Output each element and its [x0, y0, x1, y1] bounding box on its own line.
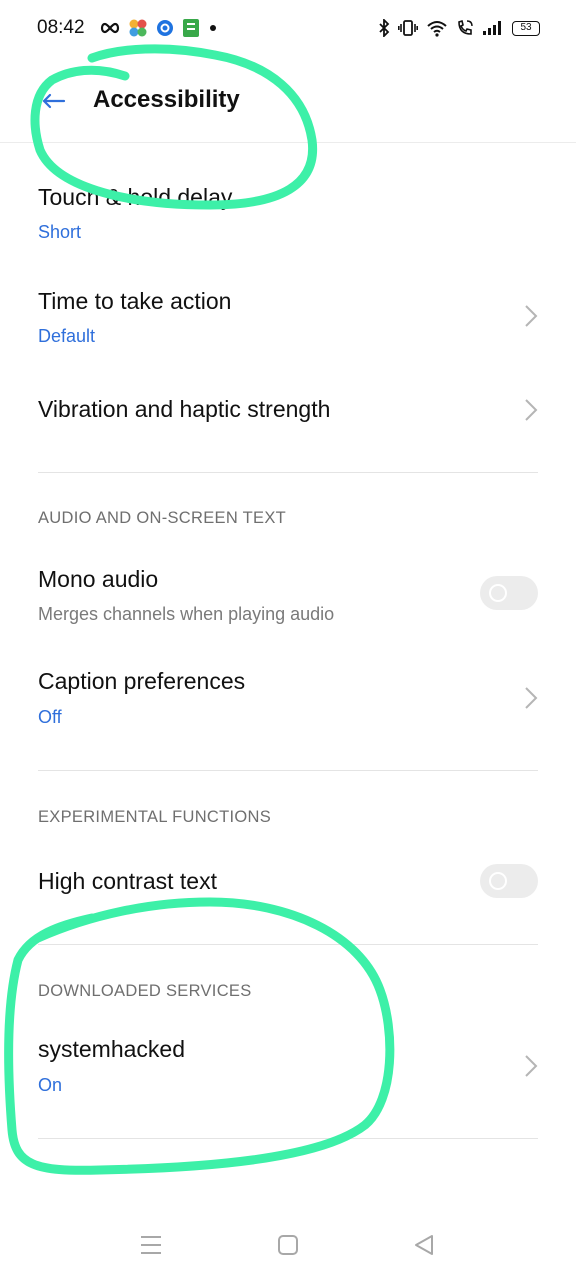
status-icons-right: 53	[378, 16, 540, 40]
caption-preferences-item[interactable]: Caption preferences Off	[0, 654, 576, 744]
app-header	[0, 60, 576, 143]
vibrate-icon	[398, 20, 418, 36]
blue-circle-app-icon	[157, 20, 173, 36]
menu-nav-icon[interactable]	[140, 1235, 162, 1255]
item-title: systemhacked	[38, 1036, 186, 1062]
chevron-right-icon	[525, 399, 538, 421]
home-nav-icon[interactable]	[277, 1234, 299, 1256]
time-to-take-action-item[interactable]: Time to take action Default	[0, 272, 576, 362]
item-title: Caption preferences	[38, 668, 246, 694]
item-subtitle: Off	[38, 707, 62, 727]
divider	[38, 944, 538, 945]
divider	[38, 1138, 538, 1139]
infinity-icon	[100, 22, 120, 34]
battery-icon: 53	[512, 20, 540, 36]
system-navigation-bar	[0, 1210, 576, 1280]
status-time: 08:42	[37, 17, 85, 38]
systemhacked-service-item[interactable]: systemhacked On	[0, 1022, 576, 1112]
item-title: Time to take action	[38, 288, 232, 314]
back-arrow-icon[interactable]	[38, 86, 68, 116]
item-subtitle: Short	[38, 222, 82, 242]
signal-icon	[483, 21, 501, 35]
chevron-right-icon	[525, 305, 538, 327]
back-nav-icon[interactable]	[413, 1234, 435, 1256]
section-header-audio: AUDIO AND ON-SCREEN TEXT	[38, 509, 287, 527]
page-title: Accessibility	[93, 86, 240, 113]
wifi-calling-icon	[458, 19, 473, 35]
divider	[38, 770, 538, 771]
item-title: Vibration and haptic strength	[38, 396, 331, 422]
status-icons-left	[100, 16, 218, 40]
item-subtitle: On	[38, 1075, 63, 1095]
vibration-haptic-item[interactable]: Vibration and haptic strength	[0, 380, 576, 450]
item-subtitle: Merges channels when playing audio	[38, 604, 335, 624]
section-header-experimental: EXPERIMENTAL FUNCTIONS	[38, 808, 272, 826]
chevron-right-icon	[525, 1055, 538, 1077]
high-contrast-text-item[interactable]: High contrast text	[0, 852, 576, 922]
touch-hold-delay-item[interactable]: Touch & hold delay Short	[0, 170, 576, 260]
chevron-right-icon	[525, 687, 538, 709]
item-subtitle: Default	[38, 326, 96, 346]
bluetooth-icon	[379, 19, 390, 37]
section-header-downloaded: DOWNLOADED SERVICES	[38, 982, 252, 1000]
divider	[38, 472, 538, 473]
high-contrast-toggle[interactable]	[480, 864, 538, 898]
wifi-icon	[427, 21, 447, 37]
mono-audio-item[interactable]: Mono audio Merges channels when playing …	[0, 552, 576, 642]
green-app-icon	[183, 19, 199, 37]
mono-audio-toggle[interactable]	[480, 576, 538, 610]
item-title: Mono audio	[38, 566, 159, 592]
item-title: Touch & hold delay	[38, 184, 233, 210]
item-title: High contrast text	[38, 868, 217, 894]
battery-level: 53	[520, 21, 532, 33]
pinwheel-app-icon	[129, 19, 147, 37]
notification-dot-icon	[210, 25, 216, 31]
